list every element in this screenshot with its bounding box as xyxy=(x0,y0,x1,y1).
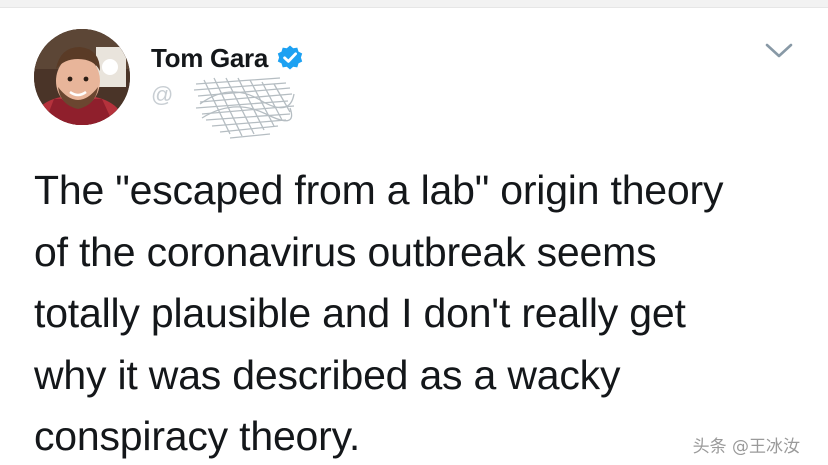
avatar-photo xyxy=(34,29,130,125)
avatar[interactable] xyxy=(34,29,130,125)
tweet-text-line: The "escaped from a lab" origin theory xyxy=(34,167,724,213)
display-name[interactable]: Tom Gara xyxy=(151,43,268,74)
verified-badge-icon xyxy=(276,44,304,72)
watermark: 头条 @王冰汝 xyxy=(692,437,800,457)
tweet-text: The "escaped from a lab" origin theory o… xyxy=(34,160,814,465)
user-name-row: Tom Gara xyxy=(151,41,304,75)
chevron-down-icon[interactable] xyxy=(764,40,794,62)
tweet-text-line: why it was described as a wacky xyxy=(34,351,621,398)
tweet-text-line: of the coronavirus outbreak seems xyxy=(34,228,657,275)
redaction-scribble xyxy=(193,77,295,139)
top-divider xyxy=(0,0,828,8)
tweet-text-line: totally plausible and I don't really get xyxy=(34,290,686,336)
user-handle[interactable]: @ xyxy=(151,82,173,108)
